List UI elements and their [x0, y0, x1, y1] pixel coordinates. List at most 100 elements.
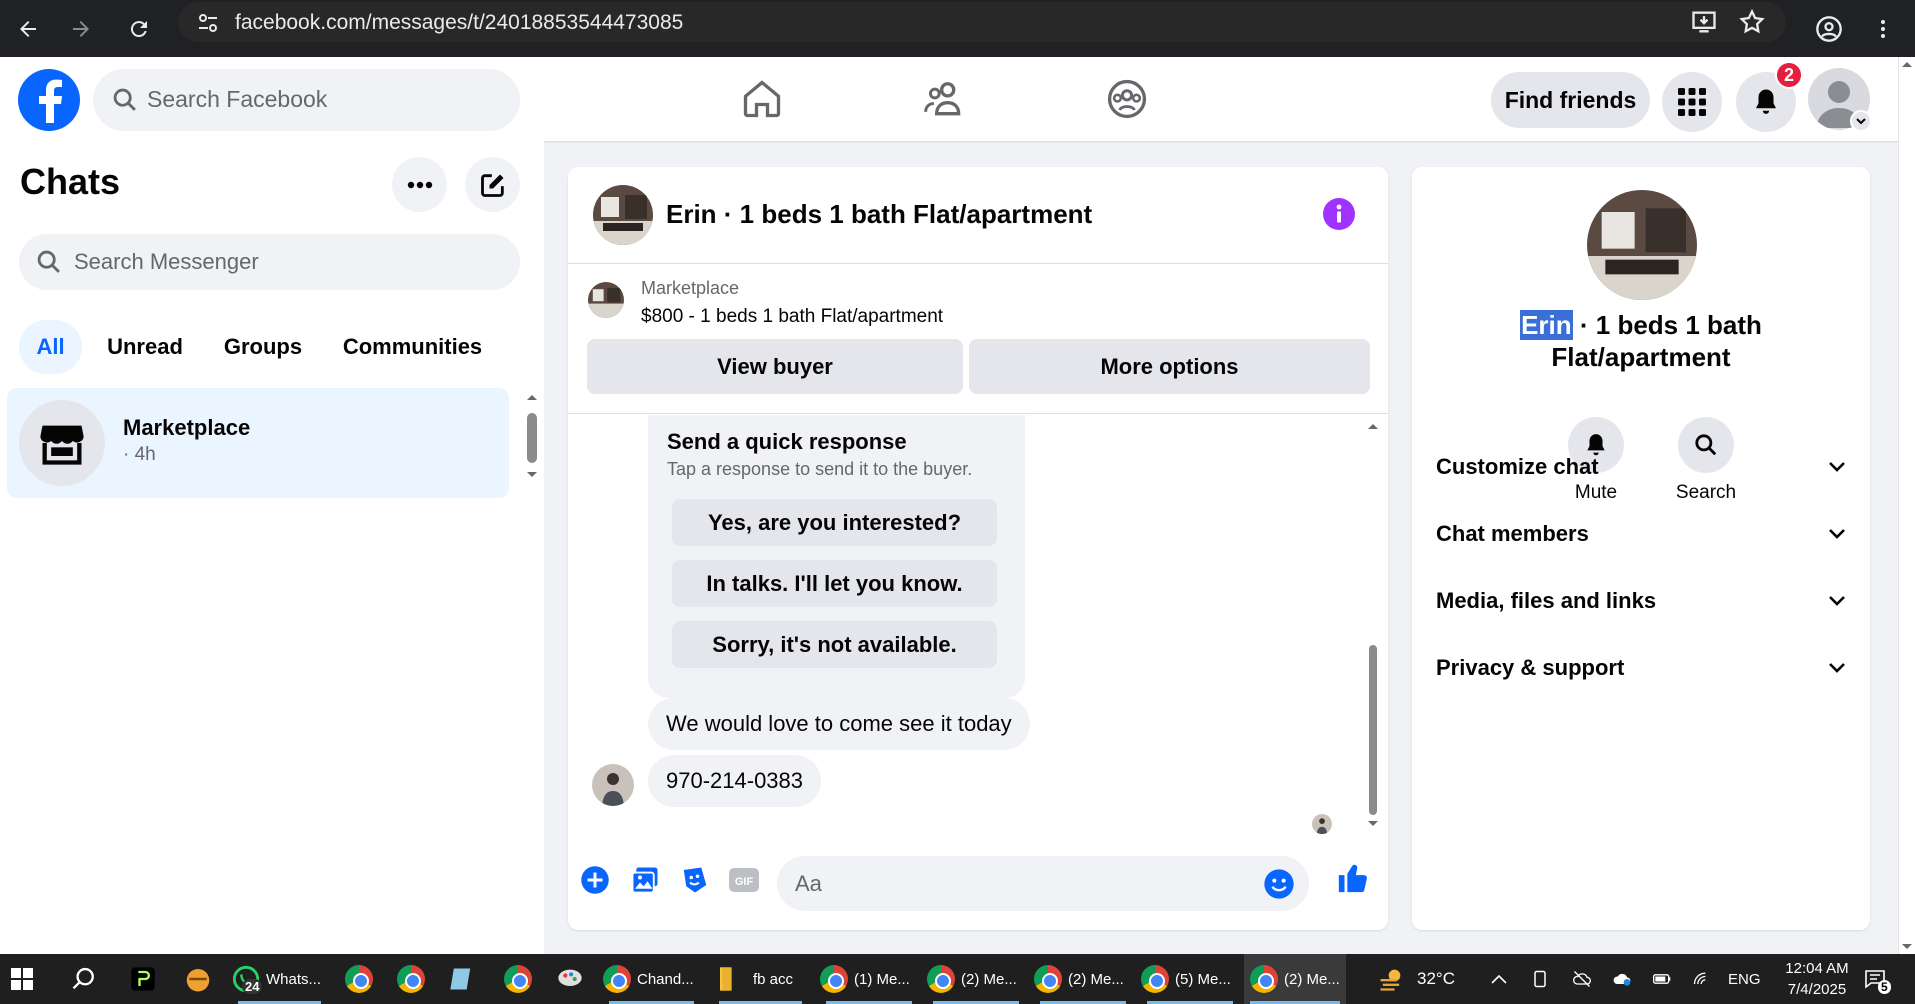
tray-wifi[interactable] — [1690, 954, 1714, 1004]
conversation-info-button[interactable] — [1323, 198, 1355, 230]
tray-battery[interactable] — [1650, 954, 1674, 1004]
message-bubble[interactable]: We would love to come see it today — [648, 698, 1030, 750]
quick-reply-not-available[interactable]: Sorry, it's not available. — [672, 621, 997, 668]
svg-text:GIF: GIF — [735, 876, 754, 888]
notification-center-button[interactable]: 5 — [1862, 954, 1891, 1004]
menu-button[interactable] — [1662, 72, 1722, 132]
taskbar-label: (2) Me... — [1068, 970, 1124, 988]
taskbar-app-chrome-2[interactable] — [504, 954, 532, 1004]
quick-response-title: Send a quick response — [667, 429, 907, 454]
taskbar-app-notes[interactable] — [448, 954, 476, 1004]
nav-groups[interactable] — [1105, 77, 1149, 121]
facebook-search[interactable]: Search Facebook — [93, 69, 520, 131]
taskbar-app-chrome[interactable] — [397, 954, 425, 1004]
chevron-down-icon — [1829, 596, 1845, 606]
privacy-support-row[interactable]: Privacy & support — [1436, 648, 1846, 688]
taskbar-app-chrome-chand[interactable]: Chand... — [603, 954, 700, 1004]
attach-photo-button[interactable] — [630, 865, 660, 895]
filter-unread[interactable]: Unread — [95, 320, 195, 374]
person-photo-icon — [1312, 814, 1332, 834]
chat-members-row[interactable]: Chat members — [1436, 514, 1846, 554]
account-circle-icon — [1816, 16, 1842, 42]
sticker-button[interactable] — [680, 865, 710, 895]
facebook-header: Search Facebook Find friends 2 — [0, 57, 1898, 141]
address-bar[interactable]: facebook.com/messages/t/2401885354447308… — [178, 2, 1786, 42]
browser-menu-button[interactable] — [1866, 12, 1900, 46]
taskbar-label: Chand... — [637, 970, 694, 988]
quick-reply-interested[interactable]: Yes, are you interested? — [672, 499, 997, 546]
taskbar-app-chrome-me-2[interactable]: (2) Me... — [927, 954, 1025, 1004]
taskbar-app-explorer[interactable]: fb acc — [713, 954, 808, 1004]
message-bubble[interactable]: 970-214-0383 — [648, 755, 822, 807]
show-hidden-icons[interactable] — [1490, 954, 1508, 1004]
notification-badge: 2 — [1775, 61, 1803, 89]
messenger-search[interactable]: Search Messenger — [19, 234, 520, 290]
reload-button[interactable] — [122, 12, 156, 46]
taskbar-app-chrome-me-3[interactable]: (2) Me... — [1034, 954, 1132, 1004]
taskbar-label: (1) Me... — [854, 970, 910, 988]
nav-home[interactable] — [740, 77, 784, 121]
filter-all[interactable]: All — [19, 320, 82, 374]
taskbar-app-game[interactable] — [183, 954, 213, 1004]
browser-profile-button[interactable] — [1812, 12, 1846, 46]
listing-thumbnail[interactable] — [588, 282, 624, 318]
more-options-button[interactable]: More options — [969, 339, 1370, 394]
site-settings-icon — [199, 14, 217, 32]
grid-menu-icon — [1678, 88, 1706, 116]
storefront-icon — [40, 425, 84, 465]
nav-friends[interactable] — [922, 77, 966, 121]
chats-title: Chats — [20, 161, 121, 202]
install-app-icon[interactable] — [1690, 8, 1718, 36]
taskbar-search-button[interactable] — [70, 954, 98, 1004]
forward-button[interactable] — [64, 12, 98, 46]
details-avatar[interactable] — [1587, 190, 1697, 300]
chat-list-item[interactable]: Marketplace · 4h — [7, 388, 509, 498]
more-actions-button[interactable] — [580, 865, 610, 895]
tray-language[interactable]: ENG — [1728, 954, 1761, 1004]
tray-meet-icon-btn[interactable] — [1530, 954, 1550, 1004]
tray-network-off[interactable] — [1570, 954, 1594, 1004]
taskbar-app-chrome-me-1[interactable]: (1) Me... — [820, 954, 918, 1004]
filter-communities[interactable]: Communities — [330, 320, 495, 374]
weather-widget[interactable]: 32°C — [1375, 954, 1455, 1004]
tray-onedrive[interactable] — [1610, 954, 1634, 1004]
taskbar-app-paint[interactable] — [555, 954, 585, 1004]
listing-card: Marketplace $800 - 1 beds 1 bath Flat/ap… — [568, 264, 1388, 414]
taskbar-app-chrome-profile[interactable] — [345, 954, 373, 1004]
scrollbar-arrows-icon — [1368, 424, 1378, 826]
new-message-button[interactable] — [465, 157, 520, 212]
taskbar-label: fb acc — [753, 970, 794, 988]
page-scrollbar[interactable] — [1898, 57, 1915, 954]
taskbar-app-terminal[interactable] — [129, 954, 157, 1004]
conversation-avatar[interactable] — [593, 185, 653, 245]
more-horizontal-icon — [407, 181, 432, 188]
send-like-button[interactable] — [1336, 861, 1370, 895]
taskbar-clock[interactable]: 12:04 AM 7/4/2025 — [1762, 958, 1872, 1000]
gif-button[interactable]: GIF — [728, 865, 760, 895]
message-input[interactable]: Aa — [777, 856, 1309, 911]
sender-avatar[interactable] — [592, 764, 634, 806]
bell-icon — [1756, 89, 1776, 114]
conversation-scrollbar[interactable] — [1364, 415, 1382, 835]
customize-chat-row[interactable]: Customize chat — [1436, 447, 1846, 487]
filter-groups[interactable]: Groups — [208, 320, 318, 374]
start-button[interactable] — [10, 954, 34, 1004]
message-input-placeholder: Aa — [795, 871, 822, 896]
find-friends-button[interactable]: Find friends — [1491, 72, 1650, 128]
cloud-icon — [1613, 973, 1631, 986]
taskbar-app-whatsapp[interactable]: Whats... 24 — [232, 954, 327, 1004]
sidebar-scrollbar[interactable] — [524, 391, 540, 481]
emoji-icon[interactable] — [1263, 868, 1295, 900]
facebook-logo[interactable] — [18, 69, 80, 131]
back-button[interactable] — [11, 12, 45, 46]
listing-price-title[interactable]: $800 - 1 beds 1 bath Flat/apartment — [641, 306, 943, 328]
account-dropdown[interactable] — [1850, 110, 1872, 132]
taskbar-app-chrome-me-5[interactable]: (5) Me... — [1141, 954, 1239, 1004]
chat-options-button[interactable] — [392, 157, 447, 212]
view-buyer-button[interactable]: View buyer — [587, 339, 963, 394]
bookmark-star-icon[interactable] — [1738, 8, 1766, 36]
taskbar-label: (2) Me... — [1284, 970, 1340, 988]
media-files-links-row[interactable]: Media, files and links — [1436, 581, 1846, 621]
taskbar-app-chrome-me-active[interactable]: (2) Me... — [1244, 954, 1346, 1004]
quick-reply-in-talks[interactable]: In talks. I'll let you know. — [672, 560, 997, 607]
